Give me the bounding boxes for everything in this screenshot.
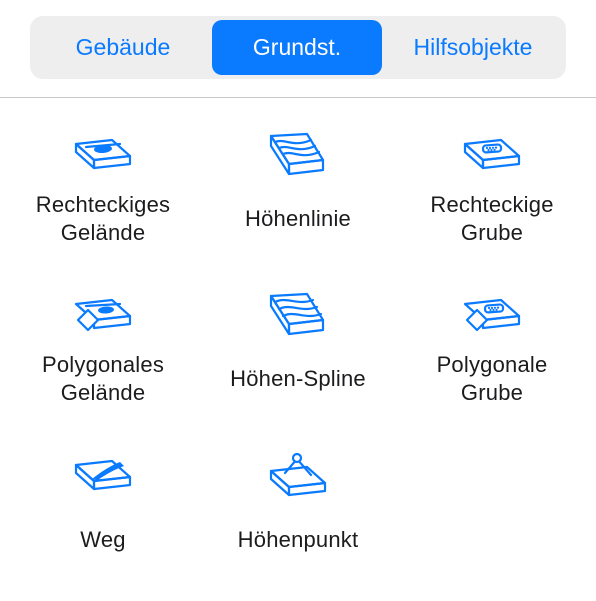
elevation-point-icon <box>269 452 327 497</box>
tool-label: Weg <box>80 527 126 552</box>
tool-label: Höhenpunkt <box>237 527 359 552</box>
polygonal-pit-icon <box>463 298 521 332</box>
polygonal-terrain-icon <box>74 298 132 332</box>
tab-terrain[interactable]: Grundst. <box>212 20 382 75</box>
rectangular-terrain-icon <box>74 138 132 170</box>
tab-auxiliary-objects[interactable]: Hilfsobjekte <box>382 20 564 75</box>
tool-label: Rechteckige Grube <box>430 192 554 245</box>
tool-label: Höhen-Spline <box>230 366 366 391</box>
tab-buildings[interactable]: Gebäude <box>34 20 212 75</box>
category-segmented-control: Gebäude Grundst. Hilfsobjekte <box>30 16 566 79</box>
rectangular-pit-icon <box>463 138 521 170</box>
path-icon <box>74 459 132 491</box>
tool-rectangular-terrain[interactable]: Rechteckiges Gelände <box>13 130 193 280</box>
tool-polygonal-pit[interactable]: Polygonale Grube <box>402 290 582 440</box>
tool-label: Polygonales Gelände <box>41 352 165 405</box>
contour-line-icon <box>269 132 325 176</box>
tool-label: Höhenlinie <box>245 206 351 231</box>
tool-rectangular-pit[interactable]: Rechteckige Grube <box>402 130 582 280</box>
tool-elevation-point[interactable]: Höhenpunkt <box>208 451 388 601</box>
tool-polygonal-terrain[interactable]: Polygonales Gelände <box>13 290 193 440</box>
tool-contour-spline[interactable]: Höhen-Spline <box>208 290 388 440</box>
tool-label: Rechteckiges Gelände <box>35 192 171 245</box>
divider <box>0 97 596 98</box>
tool-path[interactable]: Weg <box>13 451 193 601</box>
tool-label: Polygonale Grube <box>436 352 548 405</box>
contour-spline-icon <box>269 292 325 336</box>
tool-contour-line[interactable]: Höhenlinie <box>208 130 388 280</box>
